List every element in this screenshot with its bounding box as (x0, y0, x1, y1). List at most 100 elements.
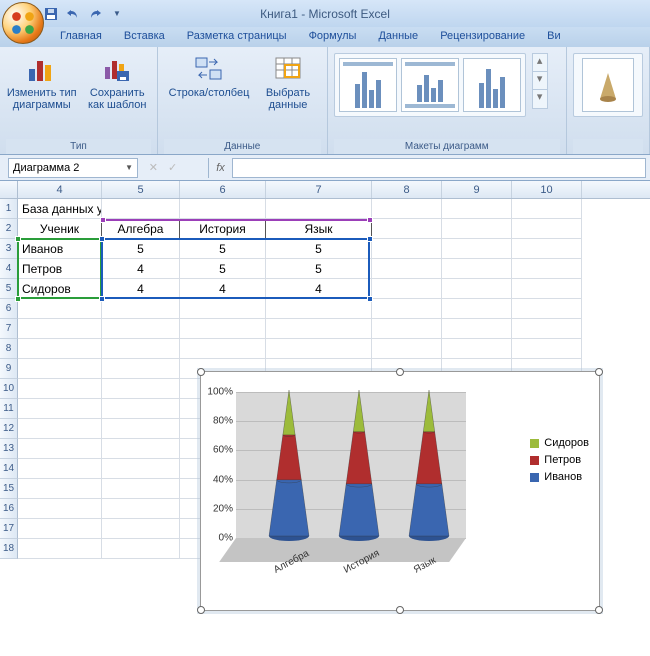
layout-thumb-1[interactable] (339, 58, 397, 112)
chart-handle-n[interactable] (396, 368, 404, 376)
embedded-chart[interactable]: 0%20%40%60%80%100% АлгебраИсторияЯзык Си… (200, 371, 600, 611)
cell[interactable] (180, 339, 266, 359)
cell[interactable] (102, 459, 180, 479)
tab-data[interactable]: Данные (368, 27, 428, 47)
column-header[interactable]: 6 (180, 181, 266, 198)
tab-home[interactable]: Главная (50, 27, 112, 47)
redo-icon[interactable] (86, 5, 104, 23)
row-header[interactable]: 15 (0, 479, 18, 499)
cell[interactable] (372, 339, 442, 359)
cell[interactable]: 4 (102, 279, 180, 299)
cell[interactable] (266, 199, 372, 219)
qat-dropdown-icon[interactable]: ▼ (108, 5, 126, 23)
cell[interactable] (18, 379, 102, 399)
row-header[interactable]: 13 (0, 439, 18, 459)
column-header[interactable]: 10 (512, 181, 582, 198)
cell[interactable] (102, 319, 180, 339)
cell[interactable] (102, 419, 180, 439)
column-header[interactable]: 5 (102, 181, 180, 198)
cell[interactable] (442, 219, 512, 239)
chart-handle-sw[interactable] (197, 606, 205, 614)
save-template-button[interactable]: Сохранить как шаблон (83, 53, 151, 111)
row-header[interactable]: 11 (0, 399, 18, 419)
column-header[interactable]: 9 (442, 181, 512, 198)
row-header[interactable]: 1 (0, 199, 18, 219)
cell[interactable]: База данных успеваемости. (18, 199, 102, 219)
cell[interactable] (180, 199, 266, 219)
cell[interactable] (18, 439, 102, 459)
cell[interactable] (372, 319, 442, 339)
cell[interactable] (18, 539, 102, 559)
cell[interactable] (512, 299, 582, 319)
chart-cone[interactable] (266, 390, 312, 544)
cell[interactable] (512, 219, 582, 239)
cell[interactable]: История (180, 219, 266, 239)
cell[interactable]: 4 (102, 259, 180, 279)
row-header[interactable]: 18 (0, 539, 18, 559)
cell[interactable] (442, 319, 512, 339)
tab-formulas[interactable]: Формулы (299, 27, 367, 47)
row-header[interactable]: 16 (0, 499, 18, 519)
style-thumb-cone[interactable] (582, 58, 634, 112)
tab-view[interactable]: Ви (537, 27, 570, 47)
gallery-down-icon[interactable]: ▾ (533, 72, 547, 90)
layout-thumb-2[interactable] (401, 58, 459, 112)
cell[interactable] (266, 339, 372, 359)
cell[interactable] (102, 379, 180, 399)
name-box-dropdown-icon[interactable]: ▼ (125, 163, 133, 172)
tab-review[interactable]: Рецензирование (430, 27, 535, 47)
cell[interactable] (18, 399, 102, 419)
cell[interactable] (18, 359, 102, 379)
cell[interactable] (102, 339, 180, 359)
cell[interactable]: Сидоров (18, 279, 102, 299)
switch-row-col-button[interactable]: Строка/столбец (164, 53, 254, 99)
cell[interactable]: 5 (180, 239, 266, 259)
tab-insert[interactable]: Вставка (114, 27, 175, 47)
column-header[interactable]: 7 (266, 181, 372, 198)
cell[interactable] (512, 279, 582, 299)
cell[interactable]: 5 (180, 259, 266, 279)
row-header[interactable]: 7 (0, 319, 18, 339)
row-header[interactable]: 4 (0, 259, 18, 279)
worksheet-grid[interactable]: 45678910 1База данных успеваемости.2Учен… (0, 181, 650, 656)
cell[interactable] (180, 319, 266, 339)
cell[interactable] (18, 419, 102, 439)
cell[interactable] (442, 339, 512, 359)
cell[interactable] (266, 319, 372, 339)
cell[interactable] (442, 259, 512, 279)
chart-handle-s[interactable] (396, 606, 404, 614)
tab-page-layout[interactable]: Разметка страницы (177, 27, 297, 47)
cell[interactable] (18, 459, 102, 479)
name-box[interactable]: Диаграмма 2 ▼ (8, 158, 138, 178)
row-header[interactable]: 9 (0, 359, 18, 379)
row-header[interactable]: 14 (0, 459, 18, 479)
cell[interactable] (18, 479, 102, 499)
cell[interactable] (102, 199, 180, 219)
chart-legend[interactable]: Сидоров Петров Иванов (530, 432, 589, 488)
row-header[interactable]: 17 (0, 519, 18, 539)
cell[interactable] (442, 279, 512, 299)
select-data-button[interactable]: Выбрать данные (260, 53, 316, 111)
cell[interactable]: Иванов (18, 239, 102, 259)
cell[interactable] (18, 339, 102, 359)
cell[interactable] (512, 319, 582, 339)
office-button[interactable] (2, 2, 44, 44)
change-chart-type-button[interactable]: Изменить тип диаграммы (6, 53, 77, 111)
chart-plot-area[interactable]: 0%20%40%60%80%100% АлгебраИсторияЯзык (236, 392, 466, 562)
cell[interactable] (102, 439, 180, 459)
chart-cone[interactable] (336, 390, 382, 544)
cell[interactable] (442, 299, 512, 319)
cell[interactable] (372, 219, 442, 239)
cell[interactable]: 5 (266, 239, 372, 259)
cell[interactable]: 5 (102, 239, 180, 259)
cell[interactable] (512, 259, 582, 279)
cell[interactable] (18, 319, 102, 339)
chart-handle-nw[interactable] (197, 368, 205, 376)
cell[interactable]: Петров (18, 259, 102, 279)
cell[interactable]: Язык (266, 219, 372, 239)
cell[interactable] (372, 199, 442, 219)
cell[interactable] (18, 519, 102, 539)
row-header[interactable]: 12 (0, 419, 18, 439)
formula-bar[interactable] (232, 158, 646, 178)
chart-layouts-gallery[interactable] (334, 53, 526, 117)
